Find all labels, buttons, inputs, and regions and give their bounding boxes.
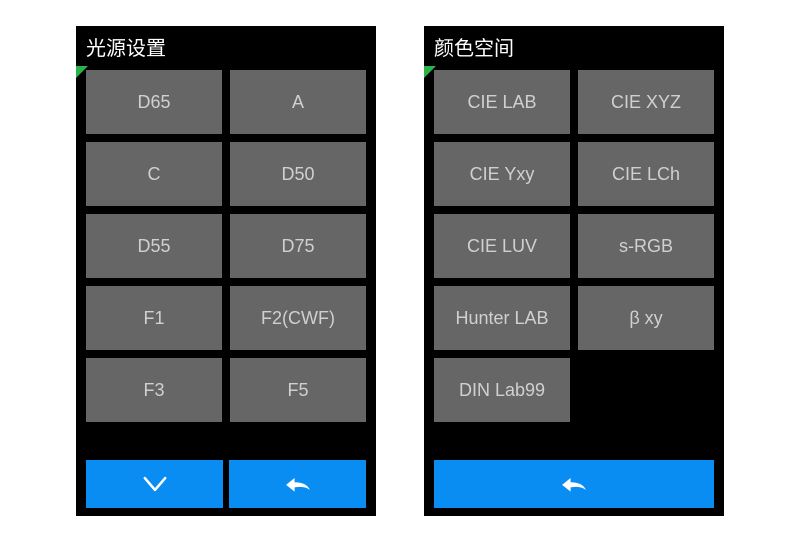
color-space-option[interactable]: CIE LCh <box>578 142 714 206</box>
color-space-option[interactable]: CIE Yxy <box>434 142 570 206</box>
bottom-bar <box>76 460 376 516</box>
color-space-option[interactable]: CIE LUV <box>434 214 570 278</box>
active-indicator-triangle <box>76 66 88 78</box>
color-space-option[interactable]: s-RGB <box>578 214 714 278</box>
chevron-down-icon <box>138 471 172 497</box>
color-space-screen: 颜色空间 CIE LAB CIE XYZ CIE Yxy CIE LCh CIE… <box>424 26 724 516</box>
light-source-option[interactable]: D65 <box>86 70 222 134</box>
color-space-option[interactable]: CIE XYZ <box>578 70 714 134</box>
light-source-option[interactable]: D75 <box>230 214 366 278</box>
color-space-option[interactable]: β xy <box>578 286 714 350</box>
light-source-option[interactable]: D55 <box>86 214 222 278</box>
back-button[interactable] <box>434 460 714 508</box>
active-indicator-triangle <box>424 66 436 78</box>
light-source-option[interactable]: F3 <box>86 358 222 422</box>
title-bar: 光源设置 <box>76 26 376 66</box>
light-source-option[interactable]: F1 <box>86 286 222 350</box>
back-arrow-icon <box>557 471 591 497</box>
screen-title: 颜色空间 <box>434 32 514 61</box>
light-source-option[interactable]: D50 <box>230 142 366 206</box>
bottom-bar <box>424 460 724 516</box>
back-arrow-icon <box>281 471 315 497</box>
light-source-grid: D65 A C D50 D55 D75 F1 F2(CWF) F3 F5 <box>76 66 376 460</box>
color-space-option[interactable]: DIN Lab99 <box>434 358 570 422</box>
light-source-screen: 光源设置 D65 A C D50 D55 D75 F1 F2(CWF) F3 F… <box>76 26 376 516</box>
light-source-option[interactable]: C <box>86 142 222 206</box>
color-space-option[interactable]: CIE LAB <box>434 70 570 134</box>
title-bar: 颜色空间 <box>424 26 724 66</box>
page-down-button[interactable] <box>86 460 223 508</box>
color-space-option[interactable]: Hunter LAB <box>434 286 570 350</box>
light-source-option[interactable]: A <box>230 70 366 134</box>
screen-title: 光源设置 <box>86 32 166 61</box>
light-source-option[interactable]: F2(CWF) <box>230 286 366 350</box>
light-source-option[interactable]: F5 <box>230 358 366 422</box>
back-button[interactable] <box>229 460 366 508</box>
color-space-grid: CIE LAB CIE XYZ CIE Yxy CIE LCh CIE LUV … <box>424 66 724 460</box>
